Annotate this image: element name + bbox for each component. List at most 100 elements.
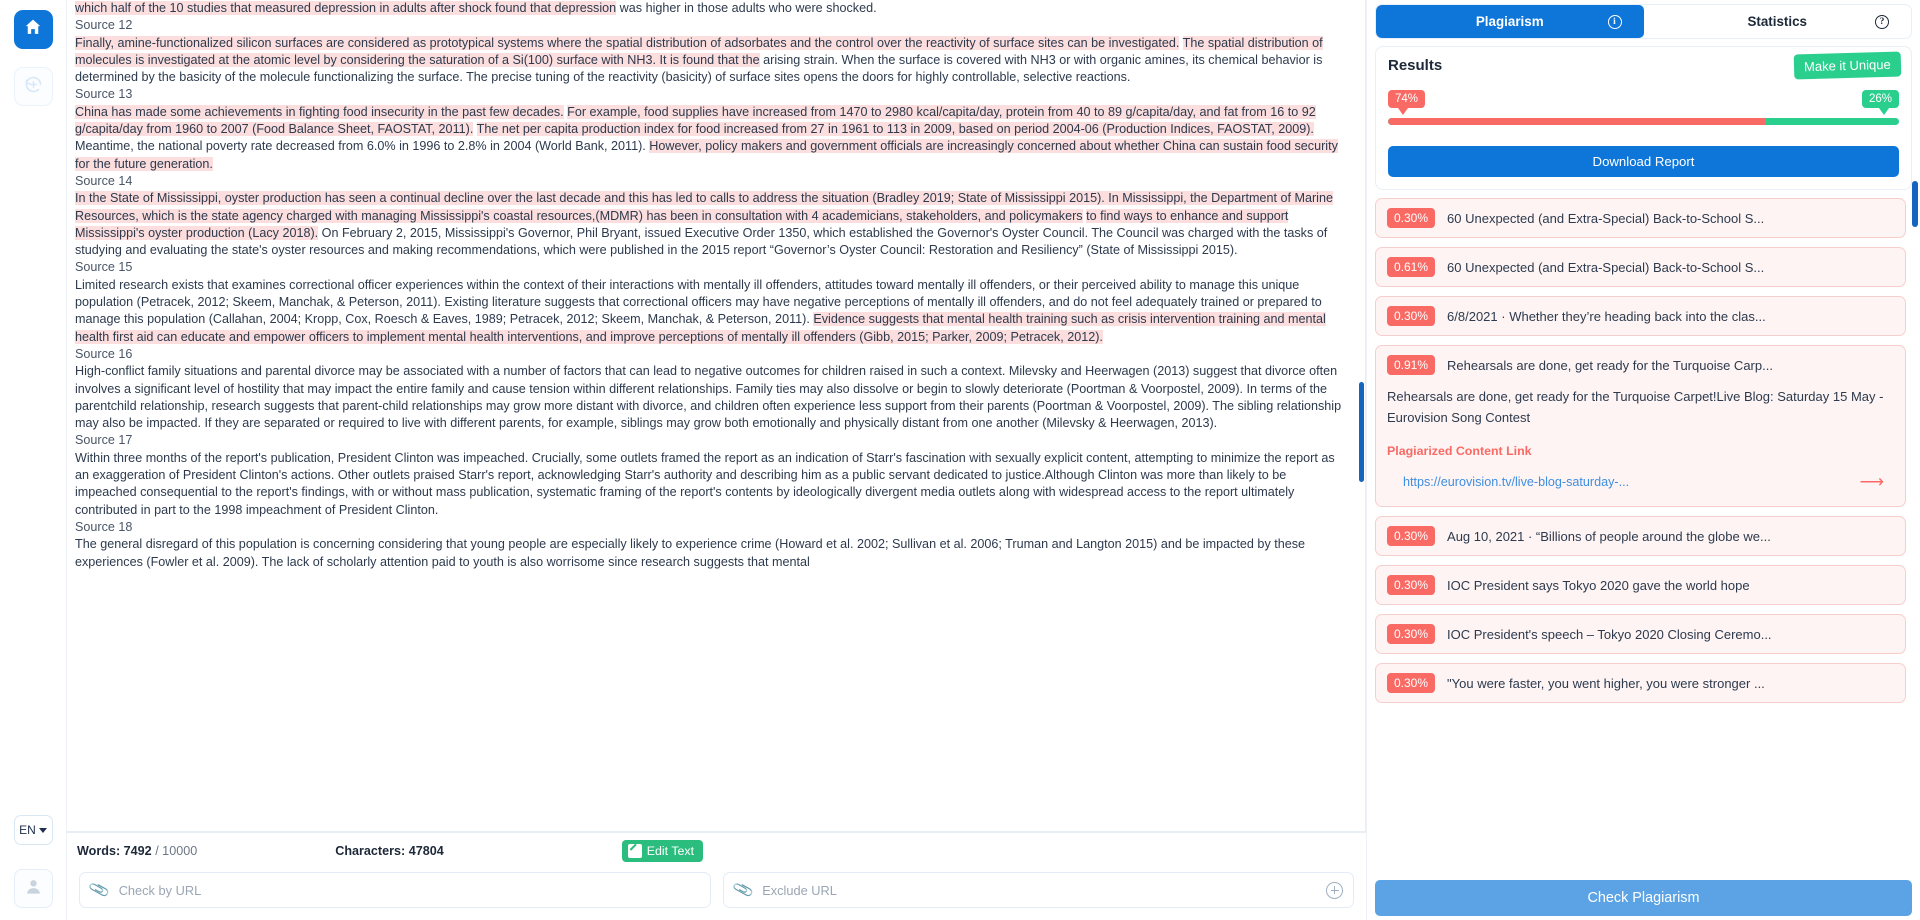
question-circle-icon[interactable]: ? (1875, 14, 1889, 29)
source-item[interactable]: 0.30% Aug 10, 2021 · “Billions of people … (1375, 516, 1906, 556)
source-match-percent: 0.91% (1387, 355, 1436, 375)
source-label: Source 18 (75, 519, 133, 534)
chevron-down-icon (38, 827, 47, 833)
language-selector[interactable]: EN (13, 815, 53, 845)
source-link[interactable]: https://eurovision.tv/live-blog-saturday… (1403, 475, 1629, 489)
source-title: Aug 10, 2021 · “Billions of people aroun… (1447, 528, 1771, 544)
document-paragraph: High-conflict family situations and pare… (75, 363, 1347, 432)
source-item[interactable]: 0.30% IOC President says Tokyo 2020 gave … (1375, 565, 1906, 605)
left-rail: EN (0, 0, 67, 920)
source-link-row: https://eurovision.tv/live-blog-saturday… (1387, 472, 1894, 492)
source-label: Source 17 (75, 433, 133, 448)
check-by-url-field[interactable]: 📎 (79, 872, 711, 908)
source-item-header[interactable]: 0.30% 60 Unexpected (and Extra-Special) B… (1387, 208, 1894, 228)
document-scrollbar[interactable] (1359, 0, 1364, 831)
edit-text-button[interactable]: Edit Text (621, 839, 704, 862)
source-match-percent: 0.30% (1387, 526, 1436, 546)
source-match-percent: 0.30% (1387, 624, 1436, 644)
document-paragraph: In the State of Mississippi, oyster prod… (75, 190, 1347, 259)
tab-statistics[interactable]: Statistics? (1644, 5, 1912, 38)
plagiarized-content-link-label: Plagiarized Content Link (1387, 444, 1532, 458)
exclude-url-field[interactable]: 📎 (722, 872, 1354, 908)
source-title: 60 Unexpected (and Extra-Special) Back-t… (1447, 210, 1765, 226)
results-title: Results (1388, 57, 1443, 74)
source-match-percent: 0.61% (1387, 257, 1436, 277)
panel-tabs: Plagiarism i Statistics? (1375, 4, 1912, 39)
check-by-url-input[interactable] (118, 882, 700, 898)
source-list[interactable]: 0.30% 60 Unexpected (and Extra-Special) B… (1375, 198, 1912, 920)
unique-percent-value: 26% (1868, 93, 1892, 105)
pencil-icon (627, 843, 642, 858)
plagiarized-percent-badge: 74% (1388, 90, 1426, 115)
source-item-header[interactable]: 0.30% 6/8/2021 · Whether they’re heading … (1387, 306, 1894, 326)
source-label: Source 12 (75, 18, 133, 33)
paperclip-icon: 📎 (731, 879, 755, 902)
language-label: EN (19, 823, 36, 837)
plain-text: was higher in those adults who were shoc… (616, 1, 877, 15)
source-item-header[interactable]: 0.30% "You were faster, you went higher, … (1387, 673, 1894, 693)
document-scrollbar-thumb[interactable] (1359, 382, 1364, 482)
source-item[interactable]: 0.91% Rehearsals are done, get ready for … (1375, 345, 1906, 507)
results-panel: Plagiarism i Statistics? Results Make it U… (1367, 0, 1920, 920)
highlighted-text: China has made some achievements in figh… (75, 104, 564, 119)
history-button[interactable] (13, 67, 53, 106)
source-match-percent: 0.30% (1387, 575, 1436, 595)
tab-plagiarism[interactable]: Plagiarism i (1376, 5, 1644, 38)
paperclip-icon: 📎 (87, 879, 112, 902)
source-item[interactable]: 0.30% IOC President's speech – Tokyo 2020… (1375, 614, 1906, 654)
restore-history-icon (23, 74, 44, 100)
exclude-url-input[interactable] (762, 882, 1316, 898)
source-label: Source 15 (75, 260, 133, 275)
editor-column: which half of the 10 studies that measur… (67, 0, 1367, 920)
source-title: 6/8/2021 · Whether they’re heading back … (1447, 308, 1766, 324)
document-viewport: which half of the 10 studies that measur… (67, 0, 1366, 832)
add-circle-icon[interactable] (1326, 881, 1343, 899)
source-item[interactable]: 0.30% "You were faster, you went higher, … (1375, 663, 1906, 703)
source-match-percent: 0.30% (1387, 306, 1436, 326)
highlighted-text: which half of the 10 studies that measur… (75, 1, 617, 15)
source-title: "You were faster, you went higher, you w… (1447, 675, 1765, 691)
source-item[interactable]: 0.61% 60 Unexpected (and Extra-Special) B… (1375, 247, 1906, 287)
meter-plagiarized-fill (1388, 118, 1767, 125)
info-circle-icon[interactable]: i (1607, 14, 1622, 29)
document-paragraph: which half of the 10 studies that measur… (75, 0, 1347, 17)
words-value: 7492 (123, 843, 152, 858)
source-item-header[interactable]: 0.30% Aug 10, 2021 · “Billions of people … (1387, 526, 1894, 546)
source-snippet: Rehearsals are done, get ready for the T… (1387, 389, 1884, 425)
document-text[interactable]: which half of the 10 studies that measur… (67, 0, 1365, 831)
plain-text: Within three months of the report's publ… (75, 450, 1335, 517)
check-plagiarism-button[interactable]: Check Plagiarism (1375, 880, 1912, 916)
user-avatar-icon (24, 877, 43, 901)
highlighted-text: Finally, amine-functionalized silicon su… (75, 35, 1180, 50)
document-paragraph: The general disregard of this population… (75, 536, 1347, 571)
document-paragraph: Limited research exists that examines co… (75, 277, 1347, 346)
source-item-header[interactable]: 0.30% IOC President's speech – Tokyo 2020… (1387, 624, 1894, 644)
words-label: Words: (77, 843, 121, 858)
home-button[interactable] (13, 10, 53, 49)
account-button[interactable] (13, 869, 53, 908)
highlighted-text: The net per capita production index for … (476, 122, 1314, 137)
home-icon (23, 17, 43, 42)
meter-track (1388, 118, 1899, 125)
arrow-right-icon[interactable]: ⟶ (1860, 472, 1894, 492)
source-item[interactable]: 0.30% 60 Unexpected (and Extra-Special) B… (1375, 198, 1906, 238)
panel-scrollbar-thumb[interactable] (1912, 181, 1918, 227)
tab-label: Statistics (1747, 14, 1808, 29)
plain-text: Meantime, the national poverty rate decr… (75, 139, 650, 154)
results-card: Results Make it Unique 74% 26% Download … (1375, 46, 1912, 190)
document-paragraph: Finally, amine-functionalized silicon su… (75, 35, 1347, 87)
source-item[interactable]: 0.30% 6/8/2021 · Whether they’re heading … (1375, 296, 1906, 336)
source-item-header[interactable]: 0.91% Rehearsals are done, get ready for … (1387, 355, 1894, 375)
source-match-percent: 0.30% (1387, 673, 1436, 693)
source-item-header[interactable]: 0.30% IOC President says Tokyo 2020 gave … (1387, 575, 1894, 595)
source-title: IOC President says Tokyo 2020 gave the w… (1447, 577, 1750, 593)
panel-scrollbar[interactable] (1912, 175, 1918, 852)
editor-statusbar: Words: 7492 / 10000 Characters: 47804 Ed… (67, 832, 1366, 868)
document-paragraph: China has made some achievements in figh… (75, 104, 1347, 173)
source-item-header[interactable]: 0.61% 60 Unexpected (and Extra-Special) B… (1387, 257, 1894, 277)
download-report-button[interactable]: Download Report (1388, 146, 1899, 177)
document-paragraph: Within three months of the report's publ… (75, 450, 1347, 519)
edit-text-label: Edit Text (646, 843, 695, 858)
make-it-unique-button[interactable]: Make it Unique (1793, 51, 1902, 80)
source-label: Source 13 (75, 87, 133, 102)
